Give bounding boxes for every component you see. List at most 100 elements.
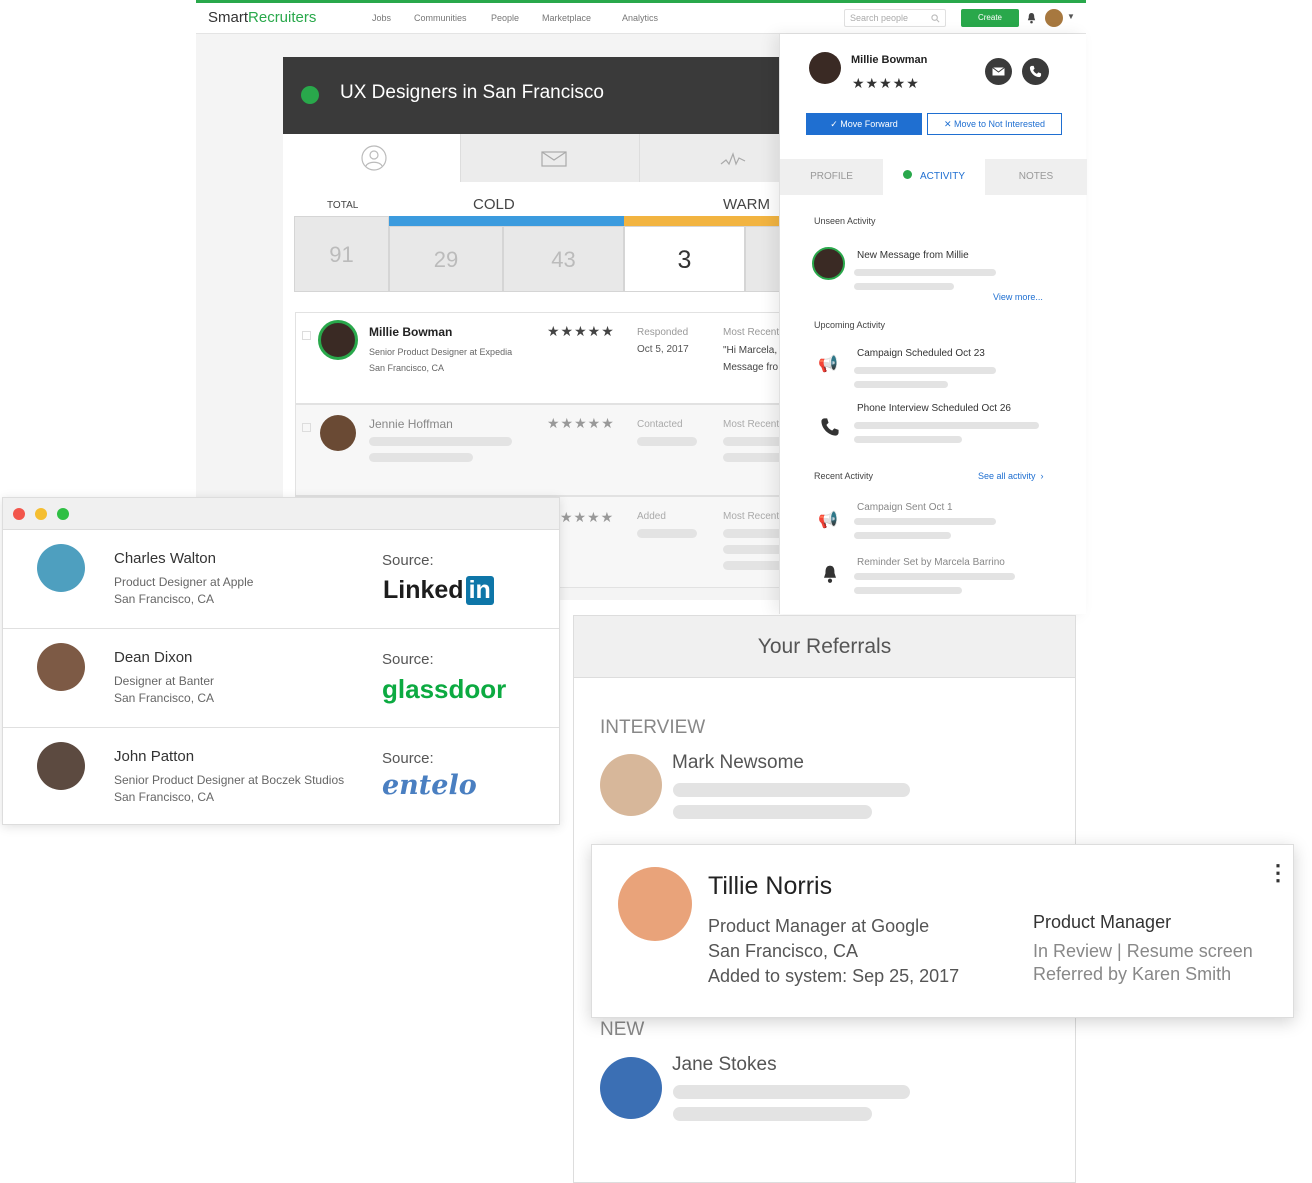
pipeline-total[interactable]: 91 [294, 216, 389, 292]
candidate-title: Product Designer at Apple [114, 575, 254, 589]
candidate-name[interactable]: Millie Bowman [369, 325, 452, 339]
placeholder-bar [854, 518, 996, 525]
tab-notes[interactable]: NOTES [985, 159, 1087, 195]
unseen-activity-item[interactable]: New Message from Millie [857, 250, 969, 261]
nav-communities[interactable]: Communities [414, 13, 467, 23]
candidate-location: San Francisco, CA [369, 363, 445, 373]
nav-analytics[interactable]: Analytics [622, 13, 658, 23]
candidate-title: Senior Product Designer at Boczek Studio… [114, 773, 345, 787]
maximize-window-dot[interactable] [57, 508, 69, 520]
featured-referral-card[interactable]: Tillie Norris Product Manager at Google … [591, 844, 1294, 1018]
pipeline-warm[interactable]: 3 [624, 226, 745, 292]
pipeline-cold-1[interactable]: 29 [389, 226, 503, 292]
nav-people[interactable]: People [491, 13, 519, 23]
referral-avatar [600, 754, 662, 816]
upcoming-activity-item[interactable]: Campaign Scheduled Oct 23 [857, 348, 985, 359]
candidate-status: Responded [637, 327, 689, 338]
rating-stars[interactable]: ★★★★★ [547, 323, 615, 340]
referral-avatar [600, 1057, 662, 1119]
upcoming-activity-item[interactable]: Phone Interview Scheduled Oct 26 [857, 403, 1011, 414]
nav-jobs[interactable]: Jobs [372, 13, 391, 23]
referral-referred-by: Referred by Karen Smith [1033, 964, 1232, 984]
recent-label: Most Recent [723, 419, 780, 430]
recent-activity-item[interactable]: Campaign Sent Oct 1 [857, 502, 953, 513]
candidate-status: Contacted [637, 419, 683, 430]
megaphone-icon: 📢 [818, 512, 838, 529]
placeholder-bar [369, 437, 512, 446]
candidate-location: San Francisco, CA [114, 790, 215, 804]
referral-name[interactable]: Tillie Norris [708, 872, 832, 901]
view-more-link[interactable]: View more... [993, 292, 1043, 302]
candidate-name[interactable]: Dean Dixon [114, 649, 192, 666]
recent-activity-item[interactable]: Reminder Set by Marcela Barrino [857, 557, 1005, 568]
nav-marketplace[interactable]: Marketplace [542, 13, 591, 23]
candidate-name[interactable]: Jennie Hoffman [369, 417, 453, 431]
more-options-icon[interactable]: ⋮ [1267, 862, 1289, 884]
email-button[interactable] [985, 58, 1012, 85]
megaphone-icon: 📢 [818, 356, 838, 373]
tab-messages[interactable] [461, 134, 640, 182]
smartrecruiters-logo[interactable]: SmartRecruiters [208, 9, 316, 26]
source-row[interactable]: John Patton Senior Product Designer at B… [3, 728, 559, 827]
referral-name[interactable]: Mark Newsome [672, 752, 804, 774]
job-header: UX Designers in San Francisco [283, 57, 803, 134]
glassdoor-logo: glassdoor [382, 674, 507, 704]
row-checkbox[interactable] [302, 331, 311, 340]
candidate-location: San Francisco, CA [114, 691, 215, 705]
create-button[interactable]: Create [961, 9, 1019, 27]
warm-label: WARM [723, 196, 770, 213]
cold-label: COLD [473, 196, 515, 213]
placeholder-bar [854, 436, 962, 443]
referral-role: Product Manager [1033, 912, 1172, 932]
candidate-avatar [37, 742, 85, 790]
placeholder-bar [854, 573, 1015, 580]
tab-activity[interactable]: ACTIVITY [883, 159, 985, 195]
recent-line-1: "Hi Marcela, [723, 345, 778, 356]
source-row[interactable]: Charles Walton Product Designer at Apple… [3, 530, 559, 629]
entelo-logo: entelo [382, 770, 477, 801]
user-avatar[interactable] [1045, 9, 1063, 27]
move-not-interested-button[interactable]: ✕ Move to Not Interested [927, 113, 1062, 135]
see-all-activity-link[interactable]: See all activity › [978, 471, 1044, 481]
panel-rating-stars[interactable]: ★★★★★ [852, 75, 920, 92]
close-window-dot[interactable] [13, 508, 25, 520]
rating-stars[interactable]: ★★★★★ [547, 415, 615, 432]
search-people-input[interactable]: Search people [844, 9, 946, 27]
referral-added-date: Added to system: Sep 25, 2017 [708, 966, 960, 986]
bell-icon[interactable] [1026, 12, 1037, 24]
placeholder-bar [854, 283, 954, 290]
phone-icon [1029, 65, 1042, 78]
candidate-avatar [37, 643, 85, 691]
candidate-title: Designer at Banter [114, 674, 215, 688]
placeholder-bar [673, 783, 910, 797]
referral-name[interactable]: Jane Stokes [672, 1054, 777, 1076]
chevron-down-icon[interactable]: ▼ [1067, 12, 1075, 21]
candidate-name[interactable]: Charles Walton [114, 550, 216, 567]
minimize-window-dot[interactable] [35, 508, 47, 520]
recent-label: Most Recent [723, 511, 780, 522]
search-icon [931, 14, 940, 23]
candidate-row[interactable]: Millie Bowman Senior Product Designer at… [295, 312, 803, 404]
job-status-dot [301, 86, 319, 104]
warm-color-bar [624, 216, 804, 226]
recent-activity-heading: Recent Activity [814, 471, 874, 481]
move-forward-button[interactable]: ✓ Move Forward [806, 113, 922, 135]
referral-location: San Francisco, CA [708, 941, 859, 961]
envelope-icon [992, 67, 1005, 76]
person-icon [361, 145, 387, 171]
source-row[interactable]: Dean Dixon Designer at Banter San Franci… [3, 629, 559, 728]
rating-stars[interactable]: ★★★★ [560, 509, 614, 526]
tab-people[interactable] [283, 134, 461, 182]
placeholder-bar [854, 532, 951, 539]
referrals-title: Your Referrals [574, 616, 1075, 678]
candidate-name[interactable]: John Patton [114, 748, 194, 765]
placeholder-bar [854, 269, 996, 276]
source-label: Source: [382, 552, 434, 569]
pipeline-cold-2[interactable]: 43 [503, 226, 624, 292]
candidate-row[interactable]: Jennie Hoffman ★★★★★ Contacted Most Rece… [295, 404, 803, 496]
tab-profile[interactable]: PROFILE [780, 159, 883, 195]
recent-label: Most Recent [723, 327, 780, 338]
call-button[interactable] [1022, 58, 1049, 85]
row-checkbox[interactable] [302, 423, 311, 432]
activity-dot-icon [902, 170, 912, 179]
